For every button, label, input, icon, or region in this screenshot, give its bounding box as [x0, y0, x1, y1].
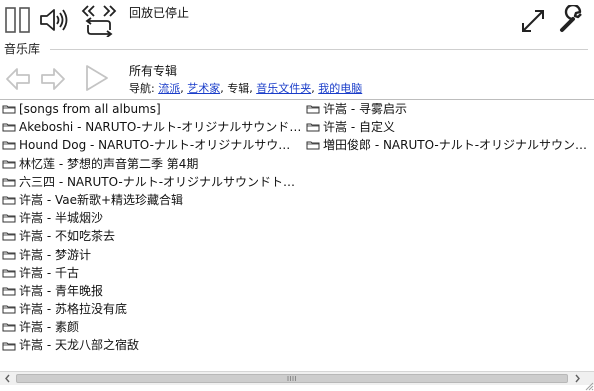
album-list-item[interactable]: [songs from all albums] — [2, 100, 302, 118]
library-divider — [50, 49, 588, 50]
album-list-item[interactable]: 许嵩 - 自定义 — [306, 118, 594, 136]
album-list-item[interactable]: Hound Dog - NARUTO-ナルト-オリジナルサウンドトラック — [2, 136, 302, 154]
scrollbar-grip-icon — [287, 376, 296, 381]
breadcrumb: 导航: 流派, 艺术家, 专辑, 音乐文件夹, 我的电脑 — [129, 80, 362, 96]
album-label: Hound Dog - NARUTO-ナルト-オリジナルサウンドトラック — [19, 138, 302, 153]
album-label: 许嵩 - 苏格拉没有底 — [19, 302, 127, 317]
album-label: 林忆莲 - 梦想的声音第二季 第4期 — [19, 156, 199, 171]
volume-icon[interactable] — [39, 6, 69, 34]
breadcrumb-link-my-computer[interactable]: 我的电脑 — [318, 82, 362, 95]
settings-wrench-icon[interactable] — [557, 5, 587, 35]
folder-icon — [2, 342, 16, 351]
folder-icon — [2, 305, 16, 314]
album-label: 许嵩 - 寻雾启示 — [323, 102, 407, 116]
album-list-column-1: [songs from all albums] Akeboshi - NARUTO… — [2, 100, 302, 355]
album-list-item[interactable]: 许嵩 - 梦游计 — [2, 246, 302, 264]
toolbar: 回放已停止 — [0, 0, 594, 40]
album-list-item[interactable]: 许嵩 - Vae新歌+精选珍藏合辑 — [2, 191, 302, 209]
back-arrow-icon[interactable] — [5, 67, 31, 91]
folder-icon — [2, 214, 16, 223]
folder-icon — [2, 269, 16, 278]
album-label: 许嵩 - 自定义 — [323, 120, 395, 135]
album-label: 増田俊郎 - NARUTO-ナルト-オリジナルサウンドトラック — [323, 138, 594, 153]
breadcrumb-prefix: 导航: — [129, 82, 159, 95]
play-icon[interactable] — [84, 64, 110, 92]
scroll-left-icon[interactable] — [1, 372, 15, 385]
folder-icon — [2, 323, 16, 332]
album-label: 六三四 - NARUTO-ナルト-オリジナルサウンドトラック — [19, 174, 302, 189]
folder-icon — [2, 287, 16, 296]
forward-arrow-icon[interactable] — [40, 67, 66, 91]
horizontal-scrollbar[interactable] — [0, 371, 594, 385]
album-list-item[interactable]: 林忆莲 - 梦想的声音第二季 第4期 — [2, 155, 302, 173]
library-label: 音乐库 — [4, 42, 41, 56]
album-label: 许嵩 - 半城烟沙 — [19, 211, 103, 226]
album-list-item[interactable]: 许嵩 - 不如吃茶去 — [2, 227, 302, 245]
album-list: [songs from all albums] Akeboshi - NARUTO… — [0, 99, 594, 371]
breadcrumb-link-music-folder[interactable]: 音乐文件夹 — [256, 82, 311, 95]
album-list-item[interactable]: 増田俊郎 - NARUTO-ナルト-オリジナルサウンドトラック — [306, 136, 594, 154]
album-list-item[interactable]: 许嵩 - 千古 — [2, 264, 302, 282]
album-list-item[interactable]: 许嵩 - 苏格拉没有底 — [2, 300, 302, 318]
album-list-item[interactable]: 许嵩 - 青年晚报 — [2, 282, 302, 300]
folder-icon — [306, 123, 320, 132]
album-label: 许嵩 - 青年晚报 — [19, 283, 103, 298]
breadcrumb-current: 专辑 — [227, 82, 250, 95]
playback-status: 回放已停止 — [129, 6, 190, 20]
album-view-title: 所有专辑 — [129, 64, 178, 78]
folder-icon — [306, 105, 320, 114]
album-list-column-2: 许嵩 - 寻雾启示 许嵩 - 自定义増田俊郎 - NARUTO-ナルト-オリジナル… — [306, 100, 594, 155]
folder-icon — [2, 141, 16, 150]
scrollbar-thumb[interactable] — [16, 374, 568, 383]
album-label: [songs from all albums] — [19, 102, 161, 116]
pause-icon[interactable] — [5, 7, 31, 33]
folder-icon — [306, 141, 320, 150]
repeat-icon[interactable] — [80, 3, 118, 37]
album-label: 许嵩 - 天龙八部之宿敌 — [19, 338, 139, 353]
folder-icon — [2, 232, 16, 241]
album-list-item[interactable]: 六三四 - NARUTO-ナルト-オリジナルサウンドトラック — [2, 173, 302, 191]
folder-icon — [2, 160, 16, 169]
folder-icon — [2, 251, 16, 260]
album-label: 许嵩 - Vae新歌+精选珍藏合辑 — [19, 192, 184, 207]
album-label: 许嵩 - 素颜 — [19, 320, 79, 335]
folder-icon — [2, 123, 16, 132]
album-list-item[interactable]: Akeboshi - NARUTO-ナルト-オリジナルサウンドトラック — [2, 118, 302, 136]
album-label: 许嵩 - 梦游计 — [19, 247, 91, 262]
album-label: 许嵩 - 不如吃茶去 — [19, 229, 115, 244]
breadcrumb-link-genre[interactable]: 流派 — [158, 82, 180, 95]
folder-icon — [2, 178, 16, 187]
breadcrumb-link-artist[interactable]: 艺术家 — [187, 82, 220, 95]
album-label: Akeboshi - NARUTO-ナルト-オリジナルサウンドトラック — [19, 120, 302, 135]
album-list-item[interactable]: 许嵩 - 素颜 — [2, 318, 302, 336]
folder-icon — [2, 196, 16, 205]
fullscreen-icon[interactable] — [519, 7, 547, 35]
folder-icon — [2, 105, 16, 114]
album-list-item[interactable]: 许嵩 - 半城烟沙 — [2, 209, 302, 227]
resize-grip-icon[interactable] — [582, 379, 594, 391]
album-list-item[interactable]: 许嵩 - 寻雾启示 — [306, 100, 594, 118]
album-list-item[interactable]: 许嵩 - 天龙八部之宿敌 — [2, 336, 302, 354]
album-label: 许嵩 - 千古 — [19, 265, 79, 280]
